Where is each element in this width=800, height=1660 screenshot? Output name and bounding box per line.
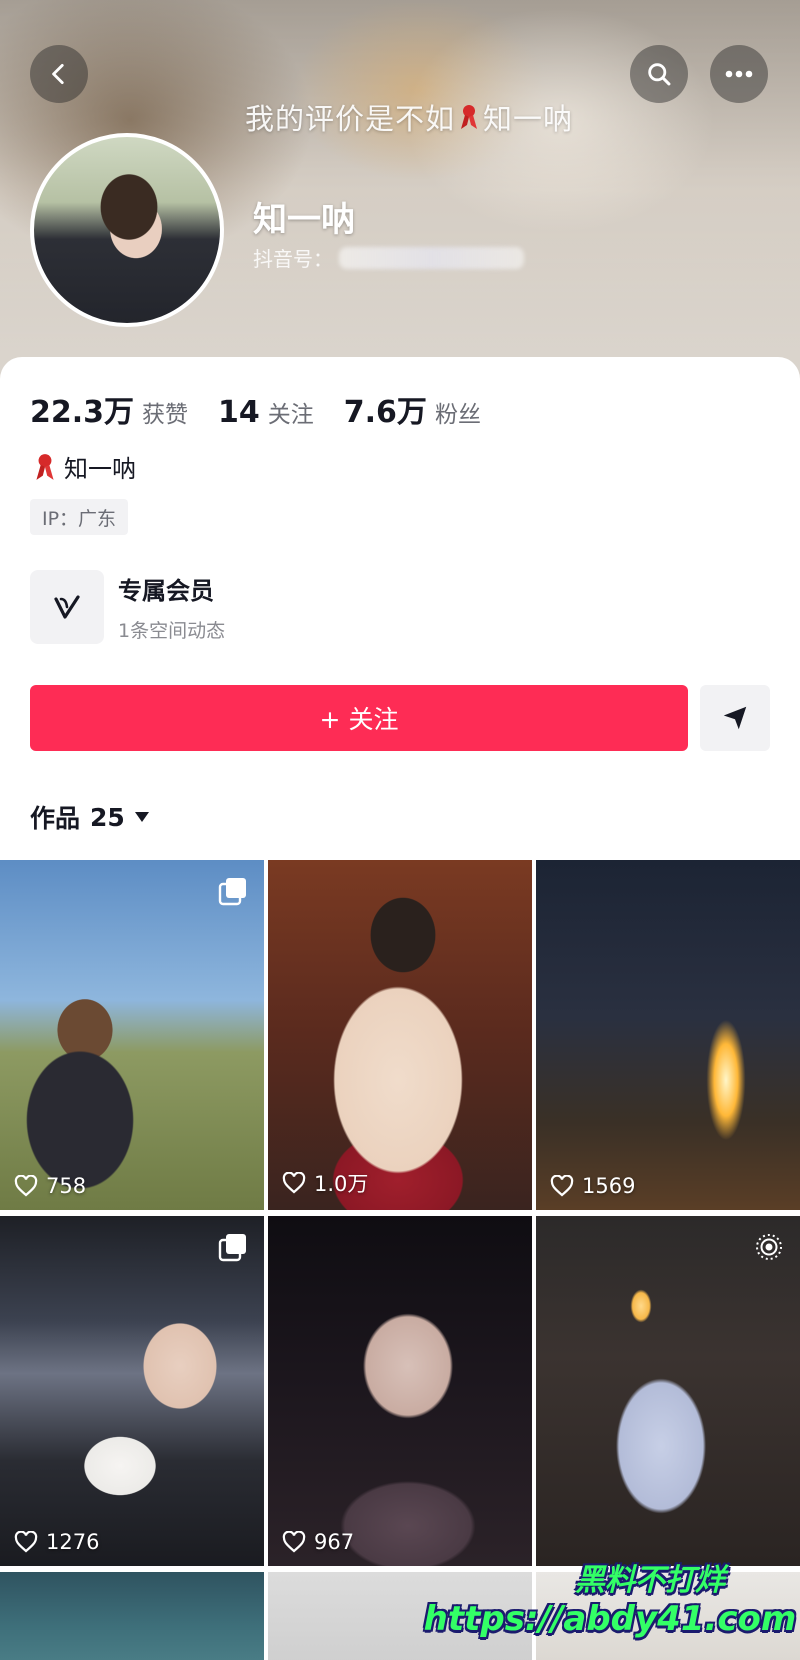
search-icon — [648, 63, 671, 86]
fan-badge[interactable]: 知一呐 — [34, 449, 136, 484]
stat-followers-value: 7.6万 — [343, 395, 427, 430]
stat-following-label: 关注 — [267, 402, 314, 428]
video-tile[interactable]: 758 — [0, 860, 264, 1210]
stat-followers-label: 粉丝 — [434, 402, 481, 428]
watermark-title: 黑料不打烊 — [575, 1563, 725, 1598]
video-tile[interactable] — [536, 1216, 800, 1566]
signature-name: 知一呐 — [483, 102, 574, 136]
account-id: 抖音号： — [253, 243, 524, 272]
chevron-left-icon — [52, 63, 64, 85]
like-count-value: 1276 — [46, 1530, 100, 1554]
video-tile[interactable] — [0, 1572, 264, 1660]
send-icon — [723, 706, 747, 730]
member-title: 专属会员 — [118, 577, 214, 605]
caret-down-icon — [134, 812, 149, 822]
like-count: 758 — [14, 1174, 86, 1198]
works-count: 25 — [90, 802, 125, 832]
stat-likes: 22.3万 获赞 — [30, 387, 188, 431]
back-button[interactable] — [30, 45, 88, 103]
more-button[interactable] — [710, 45, 768, 103]
stat-likes-label: 获赞 — [142, 402, 189, 428]
stat-following[interactable]: 14 关注 — [218, 395, 314, 430]
profile-stats: 22.3万 获赞 14 关注 7.6万 粉丝 — [30, 387, 511, 431]
stat-following-value: 14 — [218, 395, 260, 430]
follow-button[interactable]: + 关注 — [30, 685, 688, 751]
like-count: 967 — [282, 1530, 354, 1554]
video-tile[interactable]: 967 — [268, 1216, 532, 1566]
ip-location-tag: IP：广东 — [30, 499, 129, 535]
gallery-icon — [218, 878, 246, 906]
stat-likes-value: 22.3万 — [30, 395, 135, 430]
stat-followers[interactable]: 7.6万 粉丝 — [344, 387, 481, 431]
like-count: 1569 — [550, 1174, 635, 1198]
account-id-blurred — [339, 246, 524, 269]
exclusive-member-entry[interactable]: 专属会员 1条空间动态 — [30, 570, 225, 644]
ribbon-icon — [461, 105, 478, 129]
video-tile[interactable]: 1569 — [536, 860, 800, 1210]
ribbon-icon — [36, 453, 54, 480]
site-watermark: 黑料不打烊 https://abdy41.com — [420, 1555, 800, 1639]
profile-nickname: 知一呐 — [253, 200, 355, 240]
video-tile[interactable]: 1276 — [0, 1216, 264, 1566]
like-count-value: 967 — [314, 1530, 355, 1554]
like-count: 1.0万 — [282, 1168, 368, 1198]
fan-badge-name: 知一呐 — [64, 455, 136, 483]
account-id-label: 抖音号： — [253, 247, 333, 271]
gallery-icon — [218, 1234, 246, 1262]
video-tile[interactable]: 1.0万 — [268, 860, 532, 1210]
heart-icon — [282, 1172, 306, 1194]
like-count: 1276 — [14, 1530, 99, 1554]
tab-works[interactable]: 作品 25 — [30, 799, 149, 835]
works-label: 作品 — [30, 804, 81, 833]
search-button[interactable] — [630, 45, 688, 103]
like-count-value: 758 — [46, 1174, 87, 1198]
like-count-value: 1569 — [582, 1174, 636, 1198]
heart-icon — [282, 1531, 306, 1553]
member-v-icon — [30, 570, 104, 644]
heart-icon — [550, 1175, 574, 1197]
member-subtitle: 1条空间动态 — [118, 620, 226, 642]
signature-text: 我的评价是不如 — [245, 102, 456, 136]
heart-icon — [14, 1175, 38, 1197]
heart-icon — [14, 1531, 38, 1553]
avatar[interactable] — [30, 133, 224, 327]
send-message-button[interactable] — [700, 685, 770, 751]
watermark-url: https://abdy41.com — [423, 1599, 797, 1639]
profile-signature: 我的评价是不如 知一呐 — [245, 96, 573, 138]
live-photo-icon — [756, 1234, 782, 1260]
more-dots-icon — [725, 70, 753, 78]
like-count-value: 1.0万 — [314, 1172, 369, 1196]
